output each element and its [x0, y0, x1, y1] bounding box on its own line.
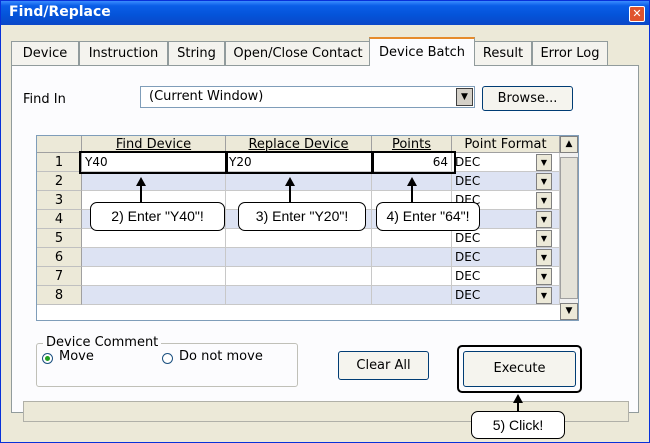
arrow-stem — [411, 185, 413, 203]
row-number: 6 — [37, 248, 82, 267]
arrow-stem — [289, 185, 291, 203]
callout-step-3: 3) Enter "Y20"! — [238, 202, 366, 231]
tab-string[interactable]: String — [168, 41, 225, 65]
find-device-cell[interactable] — [82, 248, 226, 267]
move-radio[interactable] — [42, 353, 53, 364]
point-format-dropdown-icon[interactable]: ▼ — [536, 192, 552, 209]
scroll-thumb[interactable] — [560, 157, 578, 299]
window-title: Find/Replace — [9, 4, 111, 20]
point-format-dropdown-icon[interactable]: ▼ — [536, 268, 552, 285]
device-comment-legend: Device Comment — [43, 335, 162, 350]
tab-device-batch[interactable]: Device Batch — [369, 37, 475, 66]
replace-device-highlight — [225, 151, 374, 174]
row-number: 7 — [37, 267, 82, 286]
tab-instruction[interactable]: Instruction — [79, 41, 168, 65]
point-format-dropdown-icon[interactable]: ▼ — [536, 287, 552, 304]
header-corner — [37, 136, 82, 153]
points-cell[interactable] — [372, 267, 452, 286]
row-number: 2 — [37, 172, 82, 191]
find-device-highlight — [79, 151, 228, 174]
browse-button[interactable]: Browse... — [482, 86, 573, 111]
scroll-down-icon[interactable]: ▼ — [560, 303, 578, 320]
points-highlight — [371, 151, 456, 174]
find-device-cell[interactable] — [82, 267, 226, 286]
replace-device-cell[interactable] — [226, 286, 372, 305]
point-format-dropdown-icon[interactable]: ▼ — [536, 249, 552, 266]
close-button[interactable]: ✕ — [629, 6, 645, 22]
execute-button[interactable]: Execute — [463, 351, 576, 387]
callout-step-2: 2) Enter "Y40"! — [90, 202, 225, 231]
point-format-dropdown-icon[interactable]: ▼ — [536, 173, 552, 190]
find-device-cell[interactable] — [82, 172, 226, 191]
find-replace-window: Find/Replace ✕ Device Instruction String… — [0, 0, 650, 443]
points-cell[interactable] — [372, 229, 452, 248]
clear-all-button[interactable]: Clear All — [338, 351, 429, 380]
find-device-cell[interactable] — [82, 286, 226, 305]
find-in-value: (Current Window) — [149, 89, 264, 104]
header-point-format[interactable]: Point Format — [452, 136, 560, 153]
find-in-label: Find In — [23, 92, 66, 107]
callout-step-4: 4) Enter "64"! — [376, 202, 480, 231]
do-not-move-radio-label: Do not move — [179, 349, 263, 364]
find-device-cell[interactable] — [82, 229, 226, 248]
dropdown-arrow-icon[interactable]: ▼ — [456, 88, 473, 106]
point-format-dropdown-icon[interactable]: ▼ — [536, 154, 552, 171]
row-number: 3 — [37, 191, 82, 210]
points-cell[interactable] — [372, 286, 452, 305]
row-number: 8 — [37, 286, 82, 305]
tab-error-log[interactable]: Error Log — [532, 41, 608, 65]
do-not-move-radio[interactable] — [162, 353, 173, 364]
replace-device-cell[interactable] — [226, 172, 372, 191]
tab-result[interactable]: Result — [474, 41, 532, 65]
scroll-up-icon[interactable]: ▲ — [560, 136, 578, 153]
replace-device-cell[interactable] — [226, 248, 372, 267]
point-format-dropdown-icon[interactable]: ▼ — [536, 211, 552, 228]
tab-open-close-contact[interactable]: Open/Close Contact — [225, 41, 371, 65]
title-bar: Find/Replace ✕ — [1, 1, 649, 25]
points-cell[interactable] — [372, 248, 452, 267]
grid-scrollbar[interactable]: ▲ ▼ — [560, 136, 578, 320]
callout-step-5: 5) Click! — [471, 411, 565, 439]
replace-device-cell[interactable] — [226, 229, 372, 248]
row-number: 4 — [37, 210, 82, 229]
row-number: 5 — [37, 229, 82, 248]
replace-device-cell[interactable] — [226, 267, 372, 286]
move-radio-label: Move — [59, 349, 94, 364]
find-in-dropdown[interactable]: (Current Window) ▼ — [140, 86, 475, 108]
tab-device[interactable]: Device — [11, 41, 79, 65]
point-format-dropdown-icon[interactable]: ▼ — [536, 230, 552, 247]
row-number: 1 — [37, 153, 82, 172]
arrow-stem — [140, 185, 142, 203]
